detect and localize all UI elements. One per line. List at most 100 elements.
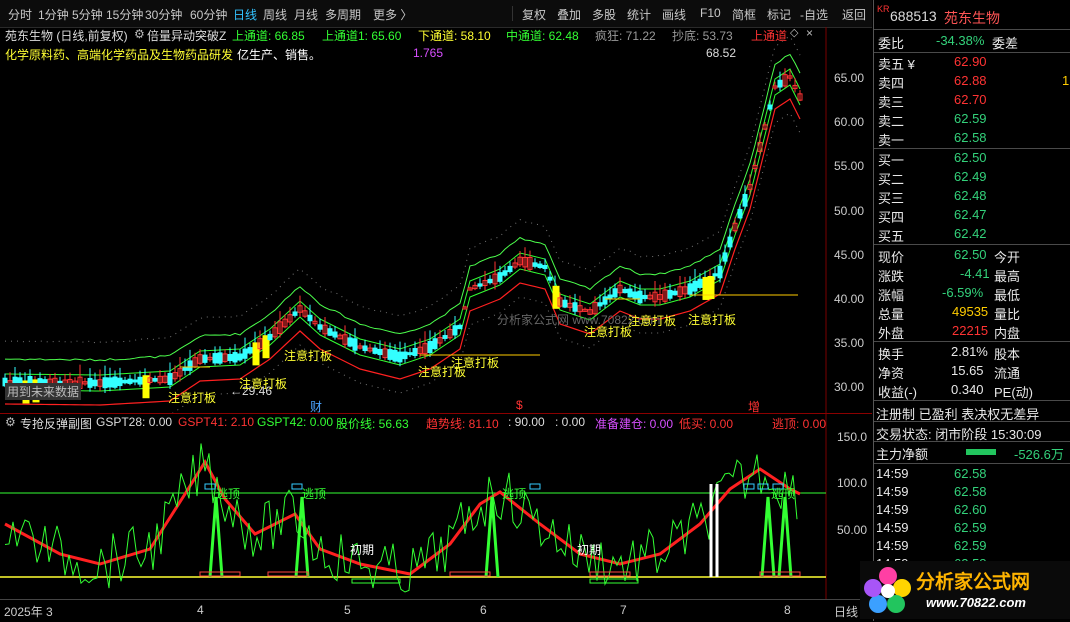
- board-alert-label: 注意打板: [584, 325, 633, 339]
- stat-value: -6.59%: [942, 285, 984, 300]
- simple-frame-button[interactable]: 简框: [732, 6, 756, 23]
- price-tick: 60.00: [834, 115, 865, 129]
- tab-more[interactable]: 更多 〉: [373, 6, 412, 23]
- tab-multi-period[interactable]: 多周期: [325, 6, 361, 23]
- candle-body: [187, 360, 193, 371]
- indicator-name[interactable]: 倍量异动突破Z: [147, 27, 226, 44]
- ask-price[interactable]: 62.58: [954, 130, 987, 145]
- legend-0: : 0.00: [555, 415, 586, 429]
- upper-channel-line: [4, 53, 801, 362]
- candle-body: [202, 354, 208, 363]
- candle-body: [687, 283, 693, 295]
- flower-logo-icon: [864, 567, 911, 613]
- stats-button[interactable]: 统计: [627, 6, 651, 23]
- stat-label: 量比: [994, 307, 1021, 322]
- board-alert-label: 注意打板: [168, 391, 217, 405]
- candle-body: [612, 288, 618, 298]
- candle-body: [212, 353, 218, 364]
- period-label[interactable]: 日线: [834, 603, 858, 620]
- mark-button[interactable]: 标记: [767, 6, 791, 23]
- trend-line: [4, 459, 801, 576]
- tab-intraday[interactable]: 分时: [8, 6, 32, 23]
- time-tick: 8: [784, 603, 791, 617]
- peak-price-label: 68.52: [706, 46, 737, 60]
- stat-label: 净资: [878, 366, 905, 381]
- subchart-name[interactable]: 专抢反弹副图: [20, 415, 92, 432]
- candle-body: [502, 270, 508, 276]
- candle-body: [432, 338, 438, 350]
- price-tick: 65.00: [834, 71, 865, 85]
- ask-price[interactable]: 62.59: [954, 111, 987, 126]
- bid-price[interactable]: 62.50: [954, 150, 987, 165]
- stat-label: 涨跌: [878, 269, 905, 284]
- escape-spike: [760, 496, 776, 578]
- tab-daily[interactable]: 日线: [233, 6, 257, 23]
- price-tick: 50.00: [834, 204, 865, 218]
- escape-spike: [208, 496, 224, 578]
- sub-tick: 100.0: [837, 476, 868, 490]
- tick-price: 62.60: [954, 502, 987, 517]
- draw-line-button[interactable]: 画线: [662, 6, 686, 23]
- candle-body: [117, 377, 123, 387]
- ask-price[interactable]: 62.88: [954, 73, 987, 88]
- kline-canvas[interactable]: [0, 27, 872, 413]
- price-tick: 30.00: [834, 380, 865, 394]
- time-tick: 4: [197, 603, 204, 617]
- multi-stock-button[interactable]: 多股: [592, 6, 616, 23]
- candle-body: [542, 264, 548, 270]
- back-button[interactable]: 返回: [842, 6, 866, 23]
- ask-label: 卖三: [878, 95, 905, 110]
- ask-price[interactable]: 62.90: [954, 54, 987, 69]
- wecha-label: 委差: [992, 36, 1019, 51]
- bid-label: 买三: [878, 191, 905, 206]
- candle-body: [497, 272, 503, 282]
- tab-60min[interactable]: 60分钟: [190, 6, 227, 23]
- candle-body: [332, 331, 338, 338]
- subchart-gear-icon[interactable]: ⚙: [5, 415, 16, 429]
- tab-5min[interactable]: 5分钟: [72, 6, 103, 23]
- tick-price: 62.58: [954, 466, 987, 481]
- tick-price: 62.59: [954, 538, 987, 553]
- overlay-button[interactable]: 叠加: [557, 6, 581, 23]
- candle-body: [132, 379, 138, 383]
- subchart-canvas[interactable]: [0, 414, 872, 600]
- fuquan-button[interactable]: 复权: [522, 6, 546, 23]
- ask-price[interactable]: 62.70: [954, 92, 987, 107]
- signal-box: [743, 483, 755, 490]
- indicator-subchart[interactable]: ⚙ 专抢反弹副图 GSPT28: 0.00 GSPT41: 2.10 GSPT4…: [0, 413, 872, 600]
- legend-options-icon[interactable]: ◇: [790, 26, 798, 39]
- candle-body: [602, 296, 608, 305]
- tab-30min[interactable]: 30分钟: [145, 6, 182, 23]
- dotted-lower-line: [172, 112, 801, 413]
- stat-label: PE(动): [994, 385, 1034, 400]
- legend-up-channel: 上通道: 66.85: [232, 29, 305, 43]
- close-legend-icon[interactable]: ×: [806, 26, 813, 40]
- candle-body: [247, 347, 253, 354]
- stat-value: 0.340: [951, 382, 984, 397]
- f10-button[interactable]: F10: [700, 6, 721, 20]
- bid-price[interactable]: 62.48: [954, 188, 987, 203]
- legend-trend-line: 趋势线: 81.10: [426, 417, 499, 431]
- bid-price[interactable]: 62.47: [954, 207, 987, 222]
- bid-price[interactable]: 62.42: [954, 226, 987, 241]
- initial-label: 初期: [577, 543, 602, 557]
- tab-15min[interactable]: 15分钟: [106, 6, 143, 23]
- tab-1min[interactable]: 1分钟: [38, 6, 69, 23]
- candle-body: [427, 340, 433, 354]
- board-alert-label: 注意打板: [451, 356, 500, 370]
- candle-body: [152, 378, 158, 382]
- stat-value: 2.81%: [951, 344, 988, 359]
- tab-monthly[interactable]: 月线: [294, 6, 318, 23]
- bid-price[interactable]: 62.49: [954, 169, 987, 184]
- legend-mid-channel: 中通道: 62.48: [506, 29, 579, 43]
- main-kline-chart[interactable]: 苑东生物 (日线,前复权) ⚙ 倍量异动突破Z 上通道: 66.85 上通道1:…: [0, 26, 872, 414]
- remove-favorite-button[interactable]: -自选: [800, 6, 828, 23]
- webi-value: -34.38%: [936, 33, 985, 48]
- tab-weekly[interactable]: 周线: [263, 6, 287, 23]
- indicator-gear-icon[interactable]: ⚙: [134, 27, 145, 41]
- candle-body: [672, 290, 678, 296]
- candle-body: [597, 302, 603, 307]
- board-alert-label: 注意打板: [284, 349, 333, 363]
- candle-body: [92, 379, 98, 387]
- low-marker: [449, 571, 491, 577]
